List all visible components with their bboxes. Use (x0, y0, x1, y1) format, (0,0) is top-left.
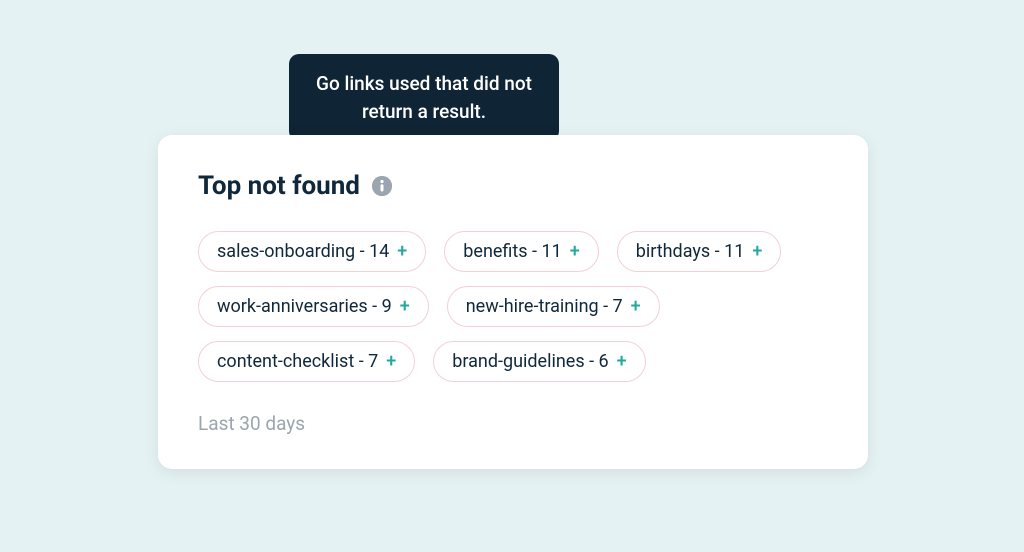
chip-work-anniversaries[interactable]: work-anniversaries - 9 + (198, 286, 429, 327)
chip-label: work-anniversaries - 9 (217, 296, 392, 317)
chip-label: new-hire-training - 7 (466, 296, 623, 317)
chip-content-checklist[interactable]: content-checklist - 7 + (198, 341, 415, 382)
plus-icon: + (400, 296, 410, 317)
card-header: Top not found (198, 171, 828, 201)
chip-label: content-checklist - 7 (217, 351, 378, 372)
plus-icon: + (386, 351, 396, 372)
chip-label: birthdays - 11 (636, 241, 745, 262)
card-title: Top not found (198, 171, 360, 201)
not-found-chips: sales-onboarding - 14 + benefits - 11 + … (198, 231, 828, 382)
card-footer: Last 30 days (198, 412, 828, 435)
chip-birthdays[interactable]: birthdays - 11 + (617, 231, 782, 272)
plus-icon: + (752, 241, 762, 262)
info-icon[interactable] (372, 176, 392, 196)
plus-icon: + (617, 351, 627, 372)
chip-label: brand-guidelines - 6 (452, 351, 608, 372)
chip-brand-guidelines[interactable]: brand-guidelines - 6 + (433, 341, 645, 382)
chip-label: sales-onboarding - 14 (217, 241, 389, 262)
info-tooltip: Go links used that did not return a resu… (289, 54, 559, 141)
chip-benefits[interactable]: benefits - 11 + (444, 231, 598, 272)
chip-label: benefits - 11 (463, 241, 561, 262)
chip-sales-onboarding[interactable]: sales-onboarding - 14 + (198, 231, 426, 272)
tooltip-text: Go links used that did not return a resu… (316, 72, 532, 123)
plus-icon: + (631, 296, 641, 317)
plus-icon: + (397, 241, 407, 262)
top-not-found-card: Top not found sales-onboarding - 14 + be… (158, 135, 868, 469)
chip-new-hire-training[interactable]: new-hire-training - 7 + (447, 286, 660, 327)
plus-icon: + (570, 241, 580, 262)
